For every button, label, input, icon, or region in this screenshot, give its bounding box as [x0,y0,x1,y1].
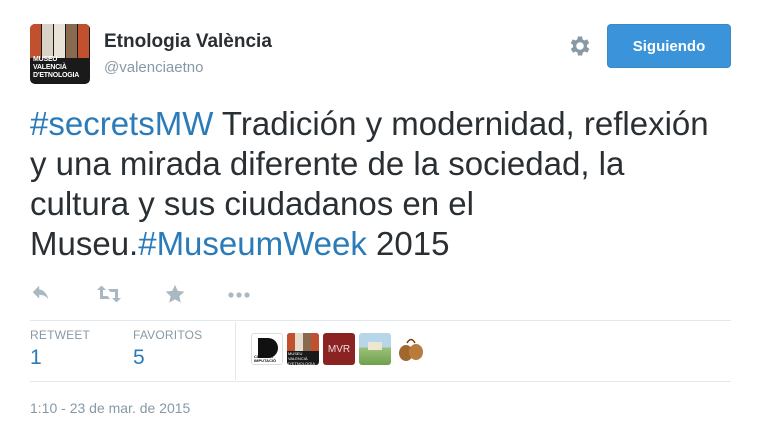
castanets-icon [399,338,423,361]
gear-icon[interactable] [567,33,593,59]
stats-separator [235,322,236,380]
favorites-count-label: FAVORITOS [133,328,203,342]
more-dots-icon[interactable] [227,288,251,306]
tweet-timestamp[interactable]: 1:10 - 23 de mar. de 2015 [30,400,190,416]
stats-top-divider [30,320,731,321]
hashtag-link-secretsmw[interactable]: #secretsMW [30,105,213,142]
favoriter-avatar[interactable]: MUSEU VALENCIÀ D'ETNOLOGIA [287,333,319,365]
favoriter-avatar[interactable] [395,333,427,365]
retweet-stat[interactable]: RETWEET 1 [30,328,90,370]
retweet-icon[interactable] [96,283,122,310]
avatar-caption: MUSEU VALENCIÀ D'ETNOLOGIA [33,56,80,79]
tweet-text-part: 2015 [366,225,450,262]
favoriter-avatar[interactable] [359,333,391,365]
account-avatar[interactable]: MUSEU VALENCIÀ D'ETNOLOGIA [30,24,90,84]
retweet-count-label: RETWEET [30,328,91,342]
hashtag-link-museumweek[interactable]: #MuseumWeek [138,225,367,262]
favorites-count[interactable]: 5 [133,346,202,370]
reply-icon[interactable] [30,283,52,310]
stats-bottom-divider [30,381,731,382]
avatar-logo-figures [30,24,90,58]
favorites-stat[interactable]: FAVORITOS 5 [133,328,202,370]
star-icon[interactable] [164,283,186,310]
following-button[interactable]: Siguiendo [607,24,731,68]
favoriter-avatar[interactable]: CULTURA IMPUTACIÓ [251,333,283,365]
account-screen-name[interactable]: @valenciaetno [104,59,203,76]
retweet-count[interactable]: 1 [30,346,90,370]
tweet-text: #secretsMW Tradición y modernidad, refle… [30,104,730,264]
account-full-name[interactable]: Etnologia València [104,31,272,53]
favoriter-avatar[interactable]: MVR [323,333,355,365]
